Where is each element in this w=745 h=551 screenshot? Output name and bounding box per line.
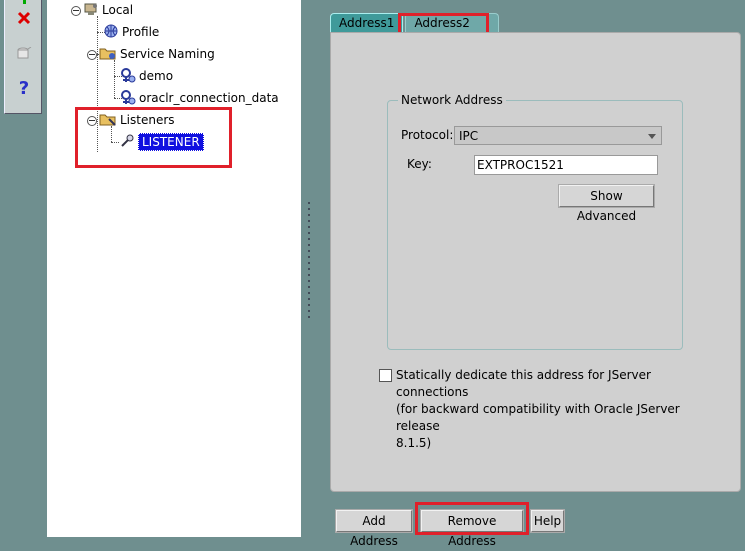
- jserver-line: Statically dedicate this address for JSe…: [396, 368, 651, 399]
- tree-node-label: oraclr_connection_data: [139, 91, 279, 105]
- tree-node-label: Local: [102, 3, 134, 17]
- service-icon: [120, 67, 136, 86]
- toolbar-panel: ?: [4, 0, 42, 114]
- help-button[interactable]: Help: [530, 509, 565, 533]
- protocol-label: Protocol:: [401, 128, 454, 142]
- tree-node-label: Profile: [122, 25, 160, 39]
- jserver-checkbox-label: Statically dedicate this address for JSe…: [396, 367, 716, 452]
- tree-node-service-naming[interactable]: Service Naming: [99, 46, 215, 62]
- jserver-checkbox[interactable]: [379, 369, 392, 382]
- protocol-value: IPC: [459, 128, 479, 143]
- jserver-line: 8.1.5): [396, 436, 432, 450]
- show-advanced-button[interactable]: Show Advanced: [558, 184, 655, 223]
- add-address-button[interactable]: Add Address: [335, 509, 413, 548]
- address-panel: Network Address Protocol: IPC Key: EXTPR…: [330, 32, 741, 492]
- tree-node-profile[interactable]: Profile: [103, 24, 159, 40]
- splitter-grip[interactable]: [308, 200, 310, 318]
- collapse-toggle[interactable]: [71, 6, 81, 16]
- highlight-box: [75, 107, 232, 168]
- plus-icon[interactable]: [13, 0, 35, 5]
- help-icon[interactable]: ?: [13, 77, 35, 99]
- delete-icon[interactable]: [13, 7, 35, 29]
- chevron-down-icon: [648, 134, 656, 139]
- help-glyph: ?: [18, 77, 30, 99]
- navigator-tree: Local Profile Service Naming demo oraclr…: [47, 0, 301, 537]
- folder-icon: [99, 45, 117, 64]
- network-address-group: Network Address Protocol: IPC Key: EXTPR…: [387, 93, 683, 350]
- left-toolbar: ?: [0, 0, 46, 537]
- highlight-box: [415, 502, 529, 535]
- panel-splitter[interactable]: [301, 0, 329, 537]
- tree-node-label: Service Naming: [120, 47, 215, 61]
- tree-node-label: demo: [139, 69, 174, 83]
- tree-node-demo[interactable]: demo: [120, 67, 174, 86]
- globe-icon: [103, 23, 119, 42]
- jserver-line: (for backward compatibility with Oracle …: [396, 402, 680, 433]
- key-label: Key:: [407, 157, 432, 171]
- tab-address1[interactable]: Address1: [330, 13, 404, 32]
- group-title: Network Address: [398, 93, 506, 107]
- database-icon[interactable]: [13, 43, 35, 65]
- service-icon: [120, 89, 136, 108]
- key-input[interactable]: EXTPROC1521: [474, 155, 658, 175]
- protocol-select[interactable]: IPC: [454, 126, 662, 145]
- computer-icon: [83, 1, 99, 20]
- tree-node-local[interactable]: Local: [83, 2, 133, 18]
- tree-connector: [114, 60, 115, 98]
- tree-node-oraclr-connection-data[interactable]: oraclr_connection_data: [120, 89, 279, 108]
- collapse-toggle[interactable]: [87, 50, 97, 60]
